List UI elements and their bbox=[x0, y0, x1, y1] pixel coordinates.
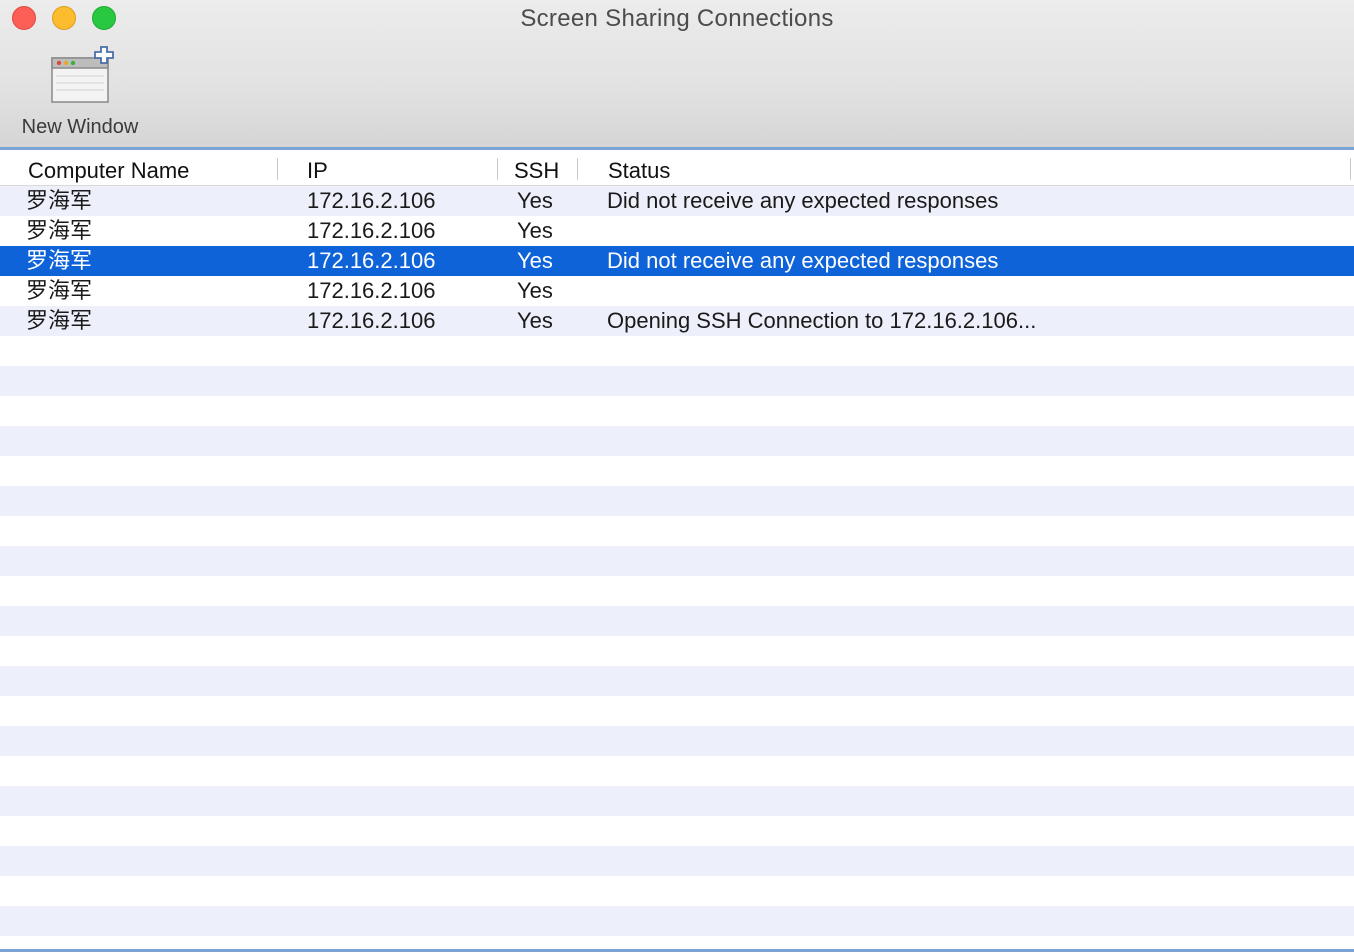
empty-table-row bbox=[0, 846, 1354, 876]
empty-table-row bbox=[0, 576, 1354, 606]
table-row[interactable]: 罗海军 172.16.2.106 Yes Opening SSH Connection… bbox=[0, 306, 1354, 336]
status-cell: Did not receive any expected responses bbox=[607, 188, 999, 213]
computer-name-cell: 罗海军 bbox=[26, 308, 93, 333]
toolbar-separator bbox=[0, 147, 1354, 150]
empty-table-row bbox=[0, 876, 1354, 906]
ip-cell: 172.16.2.106 bbox=[307, 278, 436, 303]
empty-table-row bbox=[0, 666, 1354, 696]
empty-table-row bbox=[0, 456, 1354, 486]
ssh-cell: Yes bbox=[517, 308, 553, 333]
table-row[interactable]: 罗海军 172.16.2.106 Yes Did not receive any ex… bbox=[0, 186, 1354, 216]
computer-name-cell: 罗海军 bbox=[26, 278, 93, 303]
status-cell: Did not receive any expected responses bbox=[607, 248, 999, 273]
column-divider bbox=[1350, 158, 1351, 180]
empty-table-row bbox=[0, 336, 1354, 366]
ip-cell: 172.16.2.106 bbox=[307, 218, 436, 243]
column-header-ssh[interactable]: SSH bbox=[514, 153, 559, 185]
ssh-cell: Yes bbox=[517, 278, 553, 303]
empty-table-row bbox=[0, 486, 1354, 516]
ssh-cell: Yes bbox=[517, 218, 553, 243]
ip-cell: 172.16.2.106 bbox=[307, 308, 436, 333]
title-bar: Screen Sharing Connections New Window bbox=[0, 0, 1354, 148]
empty-table-row bbox=[0, 756, 1354, 786]
new-window-icon bbox=[51, 46, 114, 103]
empty-table-row bbox=[0, 606, 1354, 636]
table-header: Computer Name IP SSH Status bbox=[0, 153, 1354, 186]
table-row[interactable]: 罗海军 172.16.2.106 Yes bbox=[0, 276, 1354, 306]
column-divider[interactable] bbox=[577, 158, 578, 180]
empty-table-row bbox=[0, 816, 1354, 846]
empty-table-row bbox=[0, 426, 1354, 456]
screen-sharing-window: Screen Sharing Connections New Window Co… bbox=[0, 0, 1354, 952]
computer-name-cell: 罗海军 bbox=[26, 218, 93, 243]
computer-name-cell: 罗海军 bbox=[26, 188, 93, 213]
ip-cell: 172.16.2.106 bbox=[307, 188, 436, 213]
ssh-cell: Yes bbox=[517, 188, 553, 213]
empty-table-row bbox=[0, 546, 1354, 576]
empty-table-row bbox=[0, 366, 1354, 396]
column-header-ip[interactable]: IP bbox=[307, 153, 328, 185]
column-header-computer-name[interactable]: Computer Name bbox=[28, 153, 189, 185]
window-title: Screen Sharing Connections bbox=[520, 5, 834, 32]
empty-table-row bbox=[0, 906, 1354, 936]
new-window-label: New Window bbox=[21, 116, 139, 138]
table-row[interactable]: 罗海军 172.16.2.106 Yes bbox=[0, 216, 1354, 246]
new-window-button[interactable]: New Window bbox=[6, 44, 154, 142]
connections-table: 罗海军 172.16.2.106 Yes Did not receive any ex… bbox=[0, 186, 1354, 952]
computer-name-cell: 罗海军 bbox=[26, 248, 93, 273]
empty-table-row bbox=[0, 696, 1354, 726]
status-cell: Opening SSH Connection to 172.16.2.106..… bbox=[607, 308, 1037, 333]
empty-table-row bbox=[0, 786, 1354, 816]
empty-table-row bbox=[0, 396, 1354, 426]
ip-cell: 172.16.2.106 bbox=[307, 248, 436, 273]
empty-table-row bbox=[0, 726, 1354, 756]
column-header-status[interactable]: Status bbox=[608, 153, 670, 185]
empty-table-row bbox=[0, 516, 1354, 546]
column-divider[interactable] bbox=[277, 158, 278, 180]
ssh-cell: Yes bbox=[517, 248, 553, 273]
column-divider[interactable] bbox=[497, 158, 498, 180]
table-row[interactable]: 罗海军 172.16.2.106 Yes Did not receive any ex… bbox=[0, 246, 1354, 276]
empty-table-row bbox=[0, 636, 1354, 666]
